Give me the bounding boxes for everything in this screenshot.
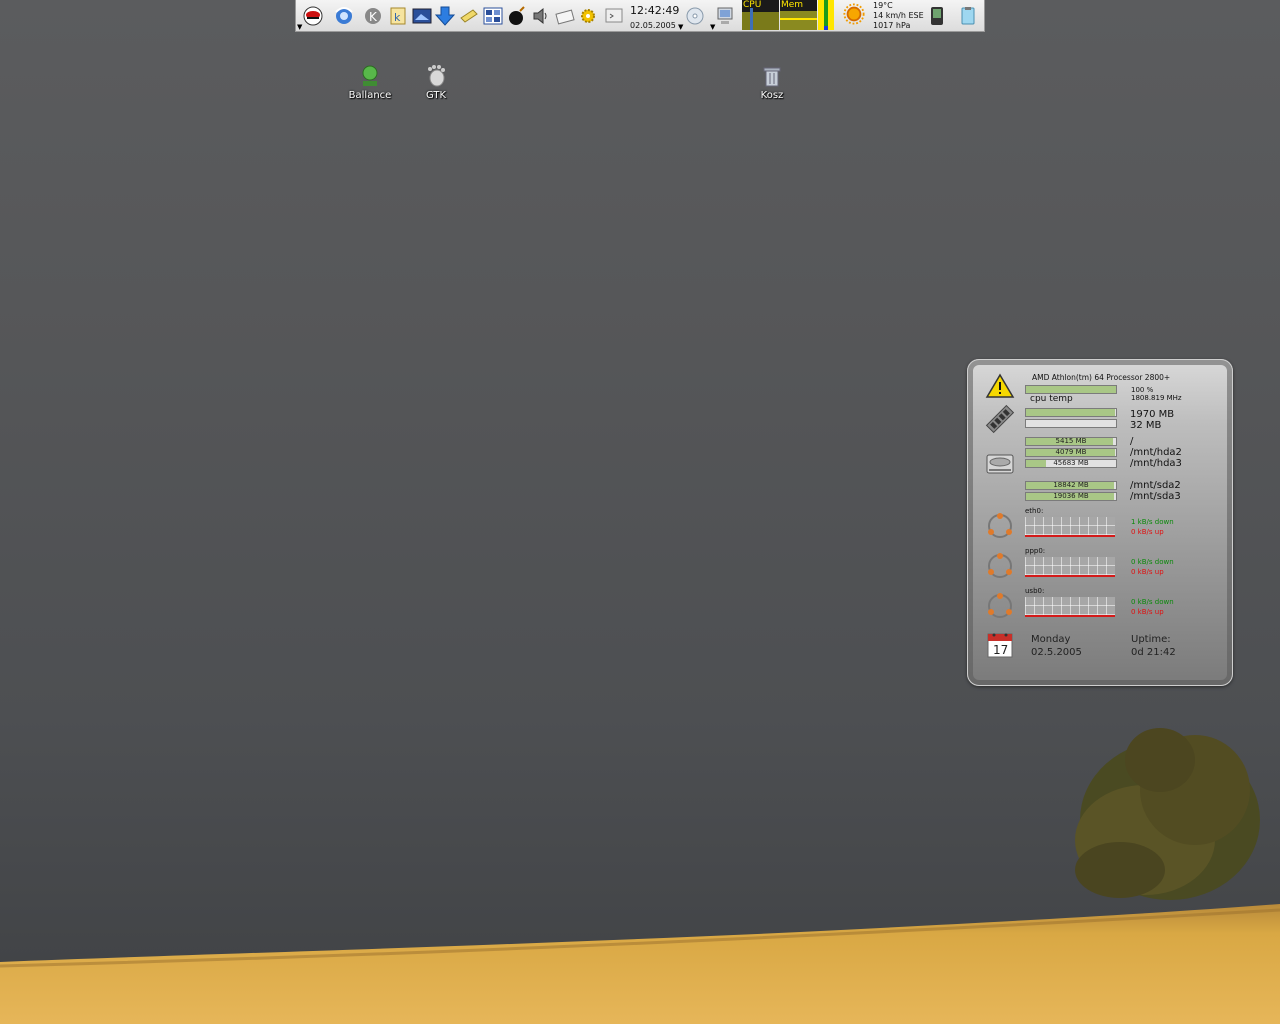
notes-icon[interactable] [458,5,480,27]
current-date: 02.5.2005 [1031,647,1082,658]
svg-text:k: k [394,11,401,24]
swap-total: 32 MB [1130,420,1162,431]
swap-monitor[interactable] [818,0,834,30]
weekday: Monday [1031,634,1071,645]
desktop-icon-gtk[interactable]: GTK [406,64,466,101]
pda-icon[interactable] [926,5,948,27]
memory-monitor-label: Mem [781,0,804,10]
chevron-down-icon[interactable]: ▼ [297,23,302,31]
network-icon [985,511,1015,545]
redhat-menu-icon[interactable] [302,5,324,27]
net-down: 1 kB/s down [1131,518,1174,526]
clock-date[interactable]: 02.05.2005 [630,21,676,30]
wallpaper-tree [1075,728,1260,900]
cd-icon[interactable] [684,5,706,27]
disk-bar: 18842 MB [1025,481,1117,490]
cpu-load-fill [1026,386,1116,393]
desktop-icon-label: GTK [425,90,447,101]
weather-temperature: 19°C [873,1,893,10]
disk-used: 5415 MB [1055,437,1087,445]
cpu-temp-label: cpu temp [1030,394,1073,404]
konqueror-icon[interactable] [333,5,355,27]
settings-gear-icon[interactable] [577,5,599,27]
disk-mount: /mnt/hda2 [1130,447,1182,458]
disk-used: 19036 MB [1053,492,1089,500]
disk-used: 45683 MB [1053,459,1089,467]
clock-time[interactable]: 12:42:49 [630,4,679,17]
disk-used: 4079 MB [1055,448,1087,456]
chevron-down-icon[interactable]: ▼ [710,23,715,31]
net-iface: ppp0: [1025,547,1046,555]
net-up: 0 kB/s up [1131,608,1164,616]
net-iface: eth0: [1025,507,1044,515]
disk-used: 18842 MB [1053,481,1089,489]
uptime-label: Uptime: [1131,634,1171,645]
clipboard-icon[interactable] [957,5,979,27]
cpu-monitor[interactable]: CPU [742,0,779,30]
memory-monitor[interactable]: Mem [780,0,817,30]
net-graph [1025,517,1115,537]
computer-icon[interactable] [714,5,736,27]
ram-fill [1026,409,1116,416]
ram-total: 1970 MB [1130,409,1175,420]
disk-bar: 4079 MB [1025,448,1117,457]
warning-icon [985,373,1015,403]
net-down: 0 kB/s down [1131,598,1174,606]
desktop-pager-icon[interactable] [482,5,504,27]
disk-bar: 45683 MB [1025,459,1117,468]
svg-text:K: K [369,10,378,24]
net-iface: usb0: [1025,587,1045,595]
network-icon [985,551,1015,585]
hard-disk-icon [985,449,1015,483]
net-down: 0 kB/s down [1131,558,1174,566]
weather-readout[interactable]: 19°C 14 km/h ESE 1017 hPa [873,1,924,31]
terminal-icon[interactable] [603,5,625,27]
mail-icon[interactable] [554,5,576,27]
desktop-icon-trash[interactable]: Kosz [742,64,802,101]
net-up: 0 kB/s up [1131,568,1164,576]
kicker-panel: ▼ K k 12:42:49 02.05.2005 ▼ ▼ CPU Mem 19… [295,0,985,32]
gnome-foot-icon [424,64,448,88]
cpu-load: 100 % [1131,386,1154,394]
memory-module-icon [985,403,1015,439]
weather-pressure: 1017 hPa [873,21,911,30]
ram-bar [1025,408,1117,417]
konqueror-k-icon[interactable]: k [387,5,409,27]
net-graph [1025,597,1115,617]
calendar-icon: 17 [985,631,1015,663]
cpu-freq: 1808.819 MHz [1131,394,1182,402]
ballance-icon [358,64,382,88]
net-up: 0 kB/s up [1131,528,1164,536]
desktop-icon-label: Ballance [348,90,392,101]
disk-mount: / [1130,436,1134,447]
weather-sun-icon[interactable] [843,3,865,25]
system-monitor-widget[interactable]: AMD Athlon(tm) 64 Processor 2800+ 100 % … [967,359,1233,686]
bomb-icon[interactable] [506,5,528,27]
k-icon[interactable]: K [362,5,384,27]
network-icon [985,591,1015,625]
trash-icon [760,64,784,88]
disk-mount: /mnt/sda3 [1130,491,1181,502]
swap-bar [1025,419,1117,428]
cpu-load-bar [1025,385,1117,394]
disk-bar: 5415 MB [1025,437,1117,446]
calendar-day: 17 [993,643,1008,657]
download-arrow-icon[interactable] [434,5,456,27]
uptime-value: 0d 21:42 [1131,647,1176,658]
disk-mount: /mnt/hda3 [1130,458,1182,469]
weather-wind: 14 km/h ESE [873,11,924,20]
desktop-icon-label: Kosz [760,90,784,101]
disk-bar: 19036 MB [1025,492,1117,501]
screenshot-icon[interactable] [411,5,433,27]
disk-mount: /mnt/sda2 [1130,480,1181,491]
chevron-down-icon[interactable]: ▼ [678,23,683,31]
speaker-icon[interactable] [530,5,552,27]
cpu-name: AMD Athlon(tm) 64 Processor 2800+ [1032,373,1171,382]
desktop-icon-ballance[interactable]: Ballance [340,64,400,101]
net-graph [1025,557,1115,577]
